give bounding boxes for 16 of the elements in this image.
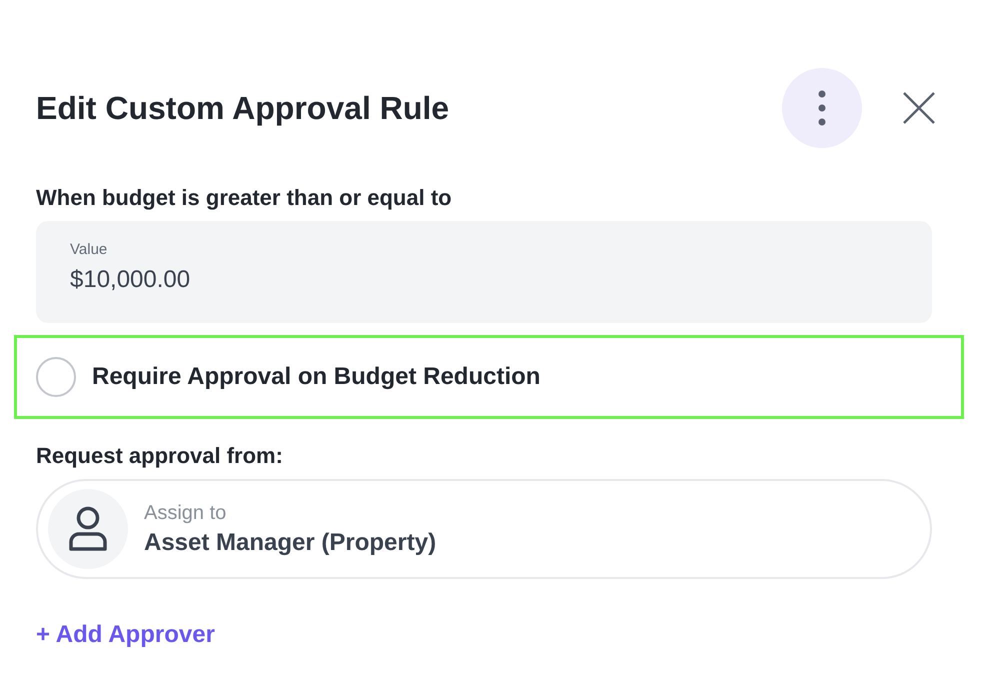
add-approver-link[interactable]: + Add Approver [36, 621, 215, 649]
field-label: Value [70, 241, 108, 258]
dialog-title: Edit Custom Approval Rule [36, 90, 450, 126]
assign-caption: Assign to [144, 502, 228, 524]
value-field[interactable]: Value $10,000.00 [36, 221, 932, 323]
assignee-name: Asset Manager (Property) [144, 528, 436, 556]
more-icon [818, 90, 826, 126]
close-icon [902, 91, 936, 125]
option-label: Require Approval on Budget Reduction [92, 363, 540, 391]
radio-button[interactable] [36, 357, 76, 397]
close-button[interactable] [902, 91, 936, 125]
approvers-label: Request approval from: [36, 443, 284, 469]
person-icon [68, 506, 108, 552]
assignee-card[interactable]: Assign to Asset Manager (Property) [36, 479, 932, 579]
budget-label: When budget is greater than or equal to [36, 185, 453, 211]
field-value: $10,000.00 [70, 266, 190, 294]
